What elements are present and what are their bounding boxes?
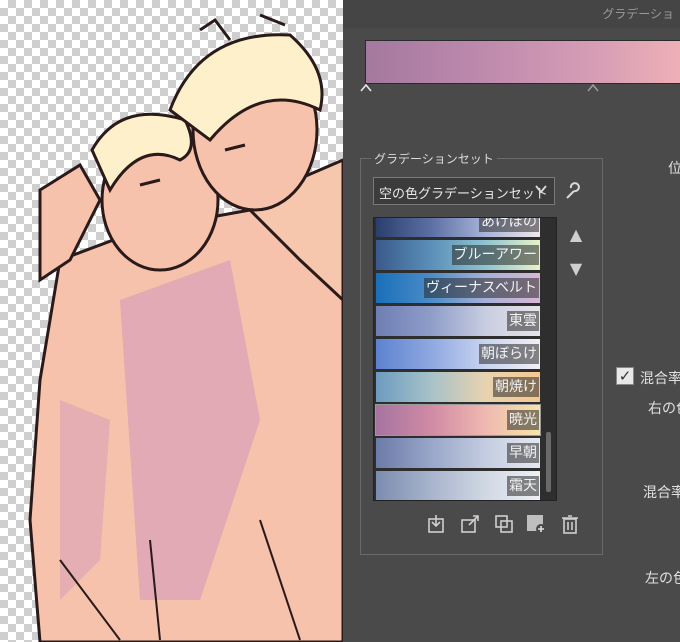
gradient-list[interactable]: 霜天 早朝 暁光 朝焼け 朝ぼらけ 東雲 ヴィーナスベルト ブルーアワー あけぼの	[373, 217, 557, 501]
gradient-item-label: 朝ぼらけ	[479, 344, 539, 364]
trash-icon[interactable]	[559, 513, 581, 535]
gradient-item-label: 朝焼け	[493, 377, 539, 397]
gradient-item-label: 暁光	[507, 410, 539, 430]
gradient-item-label: 東雲	[507, 311, 539, 331]
gradient-stop-mid[interactable]	[587, 84, 599, 92]
gradient-item-label: ブルーアワー	[451, 245, 539, 265]
gradient-stop-left[interactable]	[360, 84, 372, 92]
panel-title: グラデーショ	[602, 7, 674, 21]
export-icon[interactable]	[459, 513, 481, 535]
gradient-item[interactable]: ブルーアワー	[376, 240, 540, 271]
position-label: 位	[668, 161, 680, 177]
scroll-thumb[interactable]	[546, 432, 551, 492]
gradient-item[interactable]: 暁光	[375, 404, 541, 436]
gradient-item[interactable]: 朝焼け	[376, 372, 540, 403]
gradient-item-label: 早朝	[507, 443, 539, 463]
move-down-icon[interactable]: ▼	[566, 259, 586, 279]
gradient-item-label: 霜天	[507, 476, 539, 496]
gradient-item-label: あけぼの	[479, 218, 539, 232]
gradient-item[interactable]: ヴィーナスベルト	[376, 273, 540, 304]
gradient-item[interactable]: 早朝	[376, 438, 540, 469]
import-icon[interactable]	[425, 513, 447, 535]
panel-titlebar[interactable]: グラデーショ	[343, 0, 680, 28]
wrench-icon[interactable]	[562, 181, 582, 201]
duplicate-icon[interactable]	[493, 513, 515, 535]
gradient-item[interactable]: 朝ぼらけ	[376, 339, 540, 370]
illustration	[28, 13, 343, 642]
gradient-item[interactable]: 霜天	[376, 471, 540, 500]
gradient-set-group: グラデーションセット 空の色グラデーションセット 霜天 早朝 暁光 朝焼け 朝ぼらけ 東雲…	[360, 150, 603, 555]
gradient-set-label: グラデーションセット	[371, 150, 497, 167]
preset-select-value: 空の色グラデーションセット	[379, 187, 548, 202]
gradient-item[interactable]: 東雲	[376, 306, 540, 337]
gradient-item[interactable]: あけぼの	[376, 218, 540, 238]
right-color-label: 右の色	[648, 401, 680, 417]
chevron-down-icon	[534, 182, 548, 200]
illustration-canvas[interactable]	[0, 0, 343, 642]
new-gradient-icon[interactable]	[525, 513, 547, 535]
blend-label: 混合率	[643, 485, 680, 501]
blend-checkbox-label: 混合率	[640, 371, 680, 387]
left-color-label: 左の色	[645, 571, 680, 587]
gradient-preview-bar[interactable]	[365, 40, 680, 84]
gradient-item-label: ヴィーナスベルト	[423, 278, 539, 298]
move-up-icon[interactable]: ▲	[566, 225, 586, 245]
blend-checkbox[interactable]: ✓	[616, 367, 634, 385]
gradient-panel: グラデーショ グラデーションセット 空の色グラデーションセット 霜天 早朝 暁光 朝焼…	[343, 0, 680, 642]
preset-select[interactable]: 空の色グラデーションセット	[373, 177, 555, 205]
